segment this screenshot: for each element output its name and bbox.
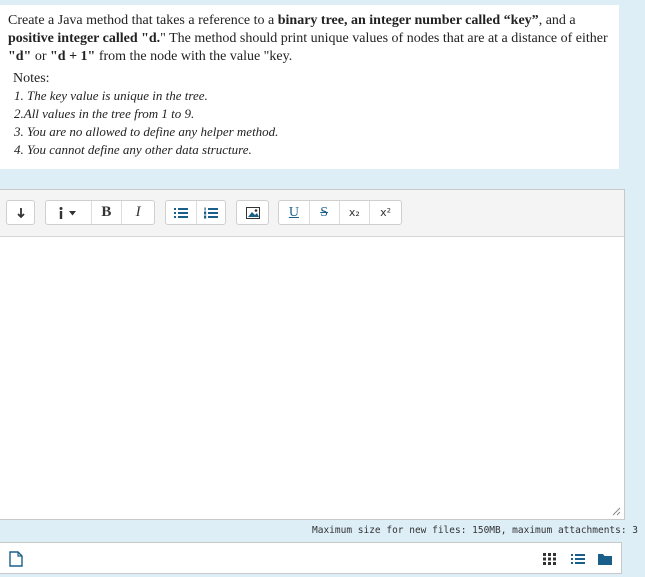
toolbar-media-group — [236, 200, 269, 225]
note-item: 4. You cannot define any other data stru… — [14, 142, 252, 157]
unordered-list-button[interactable] — [166, 201, 196, 224]
note-item: 2.All values in the tree from 1 to 9. — [14, 106, 195, 121]
bullet-list-icon — [173, 207, 188, 218]
file-icon — [9, 551, 23, 567]
question-text: Create a Java method that takes a refere… — [8, 12, 613, 66]
question-bold-part: "d" — [8, 49, 32, 64]
toolbar-expand-group — [6, 200, 35, 225]
note-item: 1. The key value is unique in the tree. — [14, 88, 208, 103]
add-file-button[interactable] — [8, 551, 24, 567]
note-item: 3. You are no allowed to define any help… — [14, 124, 279, 139]
insert-image-button[interactable] — [237, 201, 268, 224]
question-text-part: , and a — [538, 13, 576, 28]
toolbar-format-group: B I — [45, 200, 155, 225]
ordered-list-button[interactable] — [196, 201, 225, 224]
strikethrough-button[interactable]: S — [310, 201, 339, 224]
underline-button[interactable]: U — [279, 201, 309, 224]
superscript-button[interactable]: x² — [370, 201, 401, 224]
bold-button[interactable]: B — [92, 201, 122, 224]
question-bold-part: binary tree, an integer number called “k… — [277, 13, 539, 28]
answer-editor: B I U S x₂ x² — [0, 189, 625, 520]
editor-content-area[interactable] — [0, 237, 624, 519]
image-icon — [245, 206, 260, 219]
question-text-part: Create a Java method that takes a refere… — [8, 13, 278, 28]
toolbar-text-style-group: U S x₂ x² — [278, 200, 402, 225]
max-file-size-text: Maximum size for new files: 150MB, maxim… — [312, 525, 639, 536]
question-text-part: or — [31, 49, 51, 64]
info-icon — [59, 206, 77, 219]
paragraph-style-button[interactable] — [46, 201, 91, 224]
numbered-list-icon — [203, 207, 218, 218]
question-bold-part: positive integer called "d. — [8, 31, 161, 46]
question-text-part: " The method should print unique values … — [160, 31, 608, 46]
arrow-down-icon — [16, 207, 25, 218]
view-tree-button[interactable] — [597, 552, 613, 566]
question-bold-part: "d + 1" — [50, 49, 96, 64]
question-box: Create a Java method that takes a refere… — [0, 5, 619, 169]
view-list-button[interactable] — [570, 552, 586, 566]
notes-title: Notes: — [13, 71, 50, 86]
italic-button[interactable]: I — [122, 201, 154, 224]
file-manager-bar — [0, 542, 622, 574]
question-text-part: from the node with the value "key. — [95, 49, 293, 64]
subscript-button[interactable]: x₂ — [339, 201, 369, 224]
folder-icon — [598, 554, 612, 565]
expand-toolbar-button[interactable] — [7, 201, 34, 224]
grid-icon — [543, 553, 556, 565]
list-icon — [571, 554, 585, 564]
toolbar-list-group — [165, 200, 226, 225]
editor-toolbar: B I U S x₂ x² — [0, 190, 624, 237]
resize-handle-icon[interactable] — [611, 506, 621, 516]
view-icons-button[interactable] — [542, 552, 558, 566]
